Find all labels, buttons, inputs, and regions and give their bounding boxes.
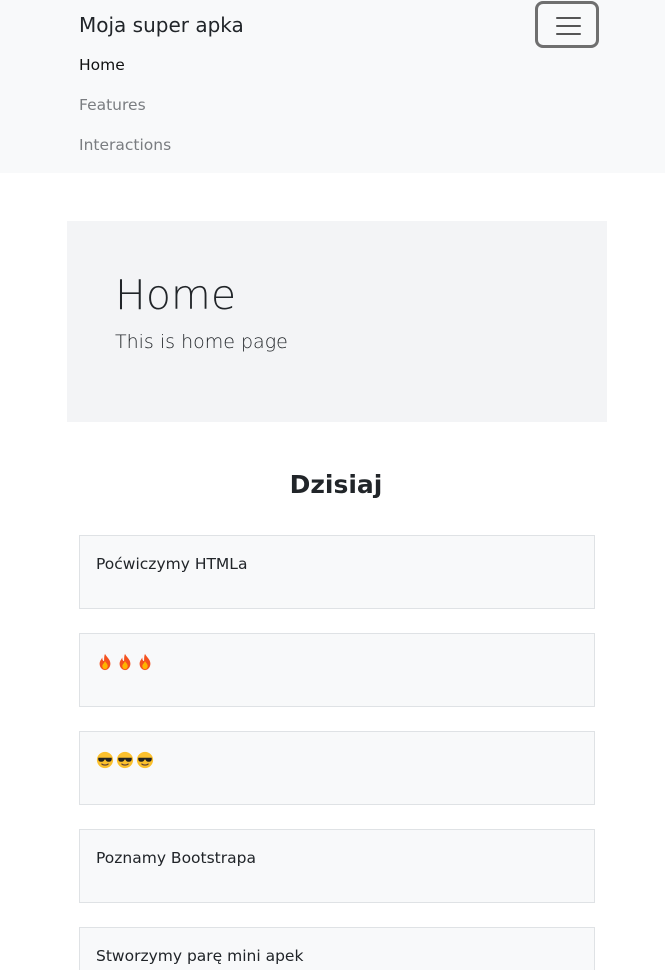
sunglasses-face-emoji-icon: [116, 751, 134, 769]
page-lead: This is home page: [115, 331, 288, 353]
navbar-brand[interactable]: Moja super apka: [79, 12, 244, 38]
card-text: Poćwiczymy HTMLa: [96, 555, 248, 573]
jumbotron: Home This is home page: [67, 221, 607, 422]
card-item: Poćwiczymy HTMLa: [79, 535, 595, 609]
nav-link-interactions[interactable]: Interactions: [79, 131, 171, 171]
card-item: [79, 731, 595, 805]
sunglasses-face-emoji-icon: [136, 751, 154, 769]
sunglasses-face-emoji-icon: [96, 751, 114, 769]
nav-link-features[interactable]: Features: [79, 91, 171, 131]
navbar-toggler-button[interactable]: [535, 1, 599, 48]
sunglasses-emoji-row: [96, 751, 154, 769]
nav-links: Home Features Interactions: [79, 51, 171, 171]
card-item: [79, 633, 595, 707]
card-text: Stworzymy parę mini apek: [96, 947, 304, 965]
card-item: Stworzymy parę mini apek: [79, 927, 595, 970]
navbar: Moja super apka Home Features Interactio…: [0, 0, 665, 173]
card-item: Poznamy Bootstrapa: [79, 829, 595, 903]
section-title: Dzisiaj: [289, 470, 383, 499]
fire-emoji-icon: [116, 653, 134, 671]
fire-emoji-row: [96, 653, 154, 671]
fire-emoji-icon: [136, 653, 154, 671]
hamburger-menu-icon: [556, 17, 581, 35]
card-text: Poznamy Bootstrapa: [96, 849, 256, 867]
page-title: Home: [115, 271, 237, 319]
nav-link-home[interactable]: Home: [79, 51, 171, 91]
fire-emoji-icon: [96, 653, 114, 671]
